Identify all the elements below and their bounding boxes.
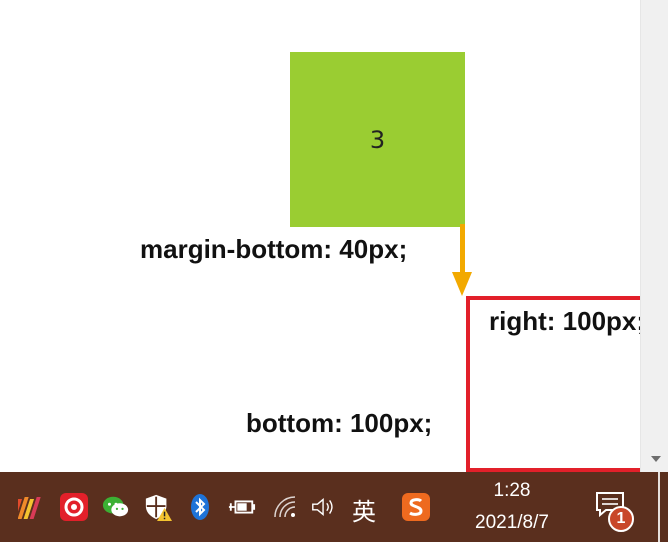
clock-time[interactable]: 1:28	[480, 480, 544, 502]
wechat-icon[interactable]	[102, 493, 130, 521]
margin-bottom-label: margin-bottom: 40px;	[140, 234, 408, 264]
ime-language-indicator[interactable]: 英	[352, 492, 376, 527]
wifi-icon[interactable]	[272, 493, 300, 521]
volume-icon[interactable]	[310, 493, 338, 521]
bottom-label: bottom: 100px;	[246, 408, 433, 438]
down-arrow-shaft	[460, 224, 465, 274]
security-warning-icon[interactable]	[144, 493, 172, 521]
sogou-ime-icon[interactable]	[402, 493, 430, 521]
pycharm-icon[interactable]	[18, 493, 46, 521]
power-icon[interactable]	[228, 493, 256, 521]
clock-date[interactable]: 2021/8/7	[460, 512, 564, 534]
vertical-scrollbar[interactable]	[640, 0, 668, 472]
box-number: 3	[369, 125, 386, 154]
netease-music-icon[interactable]	[60, 493, 88, 521]
bluetooth-icon[interactable]	[186, 493, 214, 521]
box-3: 3	[290, 52, 465, 227]
notification-count-badge: 1	[608, 506, 634, 532]
scroll-down-icon[interactable]	[651, 456, 661, 462]
show-desktop-button[interactable]	[658, 472, 660, 542]
page-viewport: 3 margin-bottom: 40px; right: 100px; bot…	[0, 0, 640, 472]
down-arrow-icon	[452, 272, 472, 296]
taskbar: 英 1:28 2021/8/7 1	[0, 472, 668, 542]
right-label: right: 100px;	[489, 306, 640, 336]
